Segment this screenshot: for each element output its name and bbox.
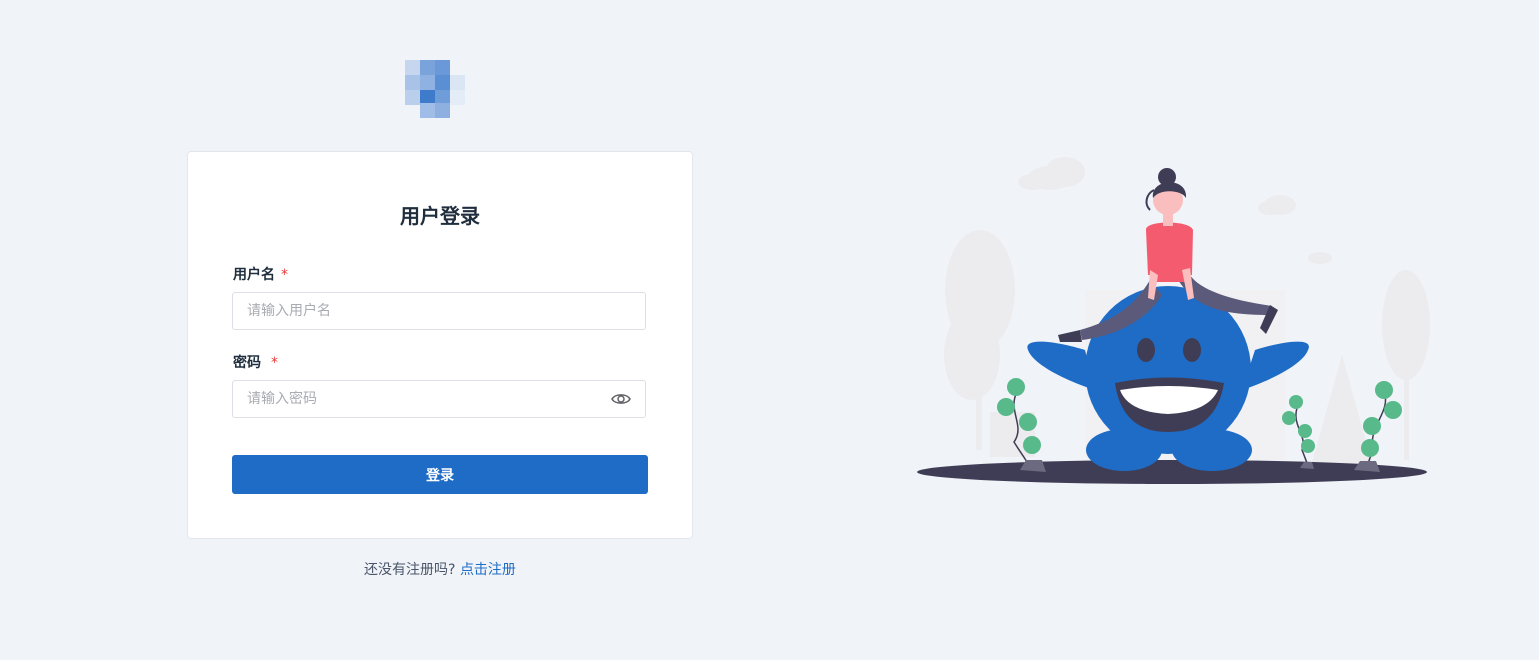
password-label-text: 密码	[233, 355, 261, 371]
password-label: 密码 *	[233, 352, 278, 372]
username-label-text: 用户名	[233, 267, 275, 283]
register-prompt: 还没有注册吗? 点击注册	[187, 559, 693, 579]
username-input[interactable]	[233, 293, 587, 329]
username-input-wrapper	[232, 292, 646, 330]
login-button[interactable]: 登录	[232, 455, 648, 494]
monster-illustration-icon	[917, 157, 1430, 484]
register-prompt-text: 还没有注册吗?	[364, 562, 456, 578]
password-input-wrapper	[232, 380, 646, 418]
middle-plant	[1282, 395, 1315, 469]
password-required-mark: *	[271, 355, 278, 371]
login-page: 用户登录 用户名 * 密码 * 登录 还没有注册吗? 点击注册	[0, 0, 1539, 660]
ground-shadow	[917, 460, 1427, 484]
eye-icon[interactable]	[611, 391, 631, 407]
username-label: 用户名 *	[233, 264, 288, 284]
register-link[interactable]: 点击注册	[460, 562, 516, 578]
password-input[interactable]	[233, 381, 587, 417]
logo-icon	[405, 60, 481, 118]
username-required-mark: *	[281, 267, 288, 283]
login-title: 用户登录	[400, 204, 480, 228]
login-card: 用户登录 用户名 * 密码 * 登录	[187, 151, 693, 539]
